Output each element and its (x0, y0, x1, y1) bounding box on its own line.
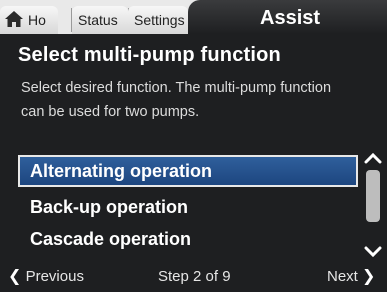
tab-settings[interactable]: Settings (128, 6, 188, 34)
tab-assist-label: Assist (260, 7, 321, 29)
tab-status-label: Status (78, 12, 118, 28)
step-indicator: Step 2 of 9 (158, 268, 231, 285)
tab-home[interactable]: Ho (0, 6, 58, 34)
assist-screen: Ho Status Settings Assist Select multi-p… (0, 0, 387, 292)
footer-bar: ❮ Previous Step 2 of 9 Next ❯ (0, 260, 387, 292)
home-icon (5, 11, 23, 27)
tab-bar: Ho Status Settings Assist (0, 0, 387, 34)
list-item-back-up-operation[interactable]: Back-up operation (18, 191, 358, 223)
tab-assist[interactable]: Assist (188, 0, 387, 34)
next-label: Next (327, 268, 358, 285)
page-description: Select desired function. The multi-pump … (21, 80, 332, 120)
scrollbar[interactable] (366, 166, 380, 246)
list-item-alternating-operation[interactable]: Alternating operation (18, 155, 358, 187)
next-button[interactable]: Next ❯ (327, 266, 375, 286)
tab-home-label: Ho (28, 12, 46, 28)
scroll-down-icon[interactable] (364, 246, 382, 258)
chevron-left-icon: ❮ (8, 268, 22, 285)
previous-button[interactable]: ❮ Previous (8, 266, 84, 286)
previous-label: Previous (25, 268, 84, 285)
list-item-cascade-operation[interactable]: Cascade operation (18, 223, 358, 255)
tab-status[interactable]: Status (72, 6, 128, 34)
function-list: Alternating operation Back-up operation … (18, 155, 360, 255)
scroll-up-icon[interactable] (364, 152, 382, 164)
chevron-right-icon: ❯ (362, 268, 376, 285)
scrollbar-thumb[interactable] (366, 170, 380, 222)
tab-settings-label: Settings (134, 12, 185, 28)
page-title: Select multi-pump function (18, 44, 281, 66)
